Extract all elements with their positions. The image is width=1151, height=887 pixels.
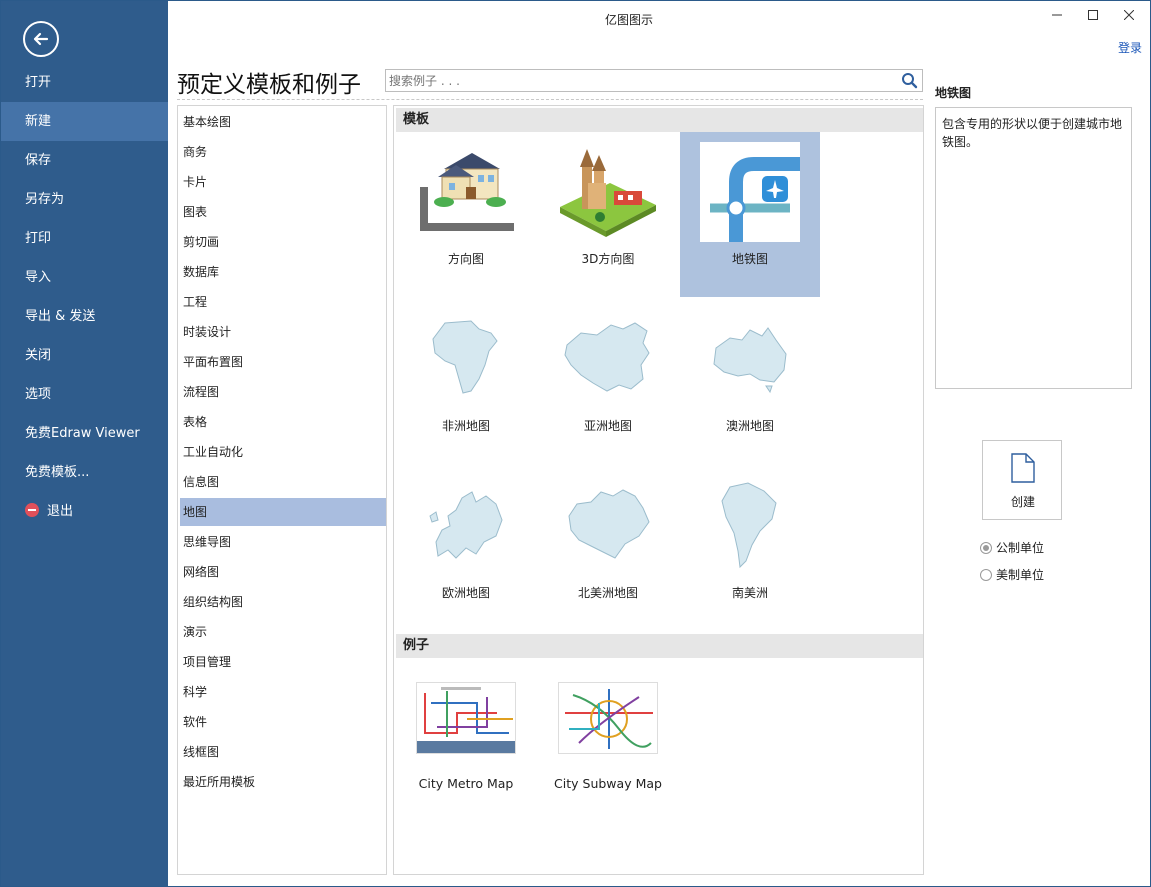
detail-title: 地铁图	[935, 86, 972, 100]
category-item[interactable]: 卡片	[180, 168, 386, 196]
category-item[interactable]: 演示	[180, 618, 386, 646]
sidebar-item-exit[interactable]: 退出	[1, 492, 168, 531]
examples-section-header: 例子	[396, 634, 923, 658]
category-item-selected[interactable]: 地图	[180, 498, 386, 526]
page-title: 预定义模板和例子	[177, 72, 361, 98]
category-item[interactable]: 表格	[180, 408, 386, 436]
category-item[interactable]: 平面布置图	[180, 348, 386, 376]
sidebar-item-print[interactable]: 打印	[1, 219, 168, 258]
category-item[interactable]: 最近所用模板	[180, 768, 386, 796]
minimize-icon	[1052, 14, 1062, 16]
category-item[interactable]: 科学	[180, 678, 386, 706]
radio-selected-icon	[980, 542, 992, 554]
maximize-button[interactable]	[1078, 5, 1108, 25]
header-separator	[177, 99, 923, 100]
africa-map-icon	[416, 309, 516, 409]
template-south-america-map[interactable]: 南美洲	[680, 466, 820, 631]
sidebar-item-options[interactable]: 选项	[1, 375, 168, 414]
city-metro-map-thumbnail	[416, 682, 516, 754]
church-3d-icon	[558, 142, 658, 242]
example-city-metro-map[interactable]: City Metro Map	[394, 682, 534, 812]
backstage-sidebar: 打开 新建 保存 另存为 打印 导入 导出 & 发送 关闭 选项 免费Edraw…	[1, 1, 168, 886]
search-box	[385, 69, 923, 92]
close-icon	[1124, 10, 1134, 20]
category-item[interactable]: 商务	[180, 138, 386, 166]
category-item[interactable]: 工业自动化	[180, 438, 386, 466]
category-item[interactable]: 思维导图	[180, 528, 386, 556]
north-america-map-icon	[558, 476, 658, 576]
template-australia-map[interactable]: 澳洲地图	[680, 299, 820, 464]
category-item[interactable]: 网络图	[180, 558, 386, 586]
sidebar-item-export-send[interactable]: 导出 & 发送	[1, 297, 168, 336]
back-button[interactable]	[23, 21, 59, 57]
category-item[interactable]: 数据库	[180, 258, 386, 286]
subway-map-icon	[700, 142, 800, 242]
search-icon[interactable]	[901, 72, 918, 89]
australia-map-icon	[700, 309, 800, 409]
template-europe-map[interactable]: 欧洲地图	[396, 466, 536, 631]
category-item[interactable]: 图表	[180, 198, 386, 226]
category-item[interactable]: 组织结构图	[180, 588, 386, 616]
house-icon	[416, 142, 516, 242]
template-3d-direction-map[interactable]: 3D方向图	[538, 132, 678, 297]
login-link[interactable]: 登录	[1118, 39, 1142, 56]
sidebar-item-save[interactable]: 保存	[1, 141, 168, 180]
new-document-icon	[1011, 453, 1035, 483]
category-item[interactable]: 信息图	[180, 468, 386, 496]
example-city-subway-map[interactable]: City Subway Map	[536, 682, 676, 812]
close-window-button[interactable]	[1114, 5, 1144, 25]
sidebar-item-save-as[interactable]: 另存为	[1, 180, 168, 219]
template-africa-map[interactable]: 非洲地图	[396, 299, 536, 464]
sidebar-item-close[interactable]: 关闭	[1, 336, 168, 375]
template-subway-map[interactable]: 地铁图	[680, 132, 820, 297]
sidebar-item-import[interactable]: 导入	[1, 258, 168, 297]
category-item[interactable]: 时装设计	[180, 318, 386, 346]
minimize-button[interactable]	[1042, 5, 1072, 25]
europe-map-icon	[416, 476, 516, 576]
category-item[interactable]: 线框图	[180, 738, 386, 766]
template-asia-map[interactable]: 亚洲地图	[538, 299, 678, 464]
category-list: 基本绘图 商务 卡片 图表 剪切画 数据库 工程 时装设计 平面布置图 流程图 …	[177, 105, 387, 875]
category-item[interactable]: 流程图	[180, 378, 386, 406]
radio-unselected-icon	[980, 569, 992, 581]
metric-units-radio[interactable]: 公制单位	[980, 539, 1044, 557]
search-input[interactable]	[386, 70, 886, 91]
category-item[interactable]: 工程	[180, 288, 386, 316]
window-title: 亿图图示	[604, 13, 653, 27]
us-units-radio[interactable]: 美制单位	[980, 566, 1044, 584]
south-america-map-icon	[700, 476, 800, 576]
app-window: 打开 新建 保存 另存为 打印 导入 导出 & 发送 关闭 选项 免费Edraw…	[0, 0, 1151, 887]
category-item[interactable]: 基本绘图	[180, 108, 386, 136]
category-item[interactable]: 项目管理	[180, 648, 386, 676]
create-button[interactable]: 创建	[982, 440, 1062, 520]
exit-icon	[25, 503, 39, 517]
asia-map-icon	[558, 309, 658, 409]
maximize-icon	[1088, 10, 1098, 20]
arrow-left-icon	[33, 32, 49, 46]
template-gallery: 模板 方向图 3D方向图 地铁图 非洲地图 亚洲地图 澳洲地图 欧洲地图 北美洲…	[393, 105, 924, 875]
template-direction-map[interactable]: 方向图	[396, 132, 536, 297]
templates-section-header: 模板	[396, 108, 923, 132]
city-subway-map-thumbnail	[558, 682, 658, 754]
sidebar-item-new[interactable]: 新建	[1, 102, 168, 141]
category-item[interactable]: 软件	[180, 708, 386, 736]
sidebar-item-free-templates[interactable]: 免费模板...	[1, 453, 168, 492]
sidebar-item-free-viewer[interactable]: 免费Edraw Viewer	[1, 414, 168, 453]
template-north-america-map[interactable]: 北美洲地图	[538, 466, 678, 631]
sidebar-item-open[interactable]: 打开	[1, 63, 168, 102]
category-item[interactable]: 剪切画	[180, 228, 386, 256]
detail-description: 包含专用的形状以便于创建城市地铁图。	[935, 107, 1132, 389]
